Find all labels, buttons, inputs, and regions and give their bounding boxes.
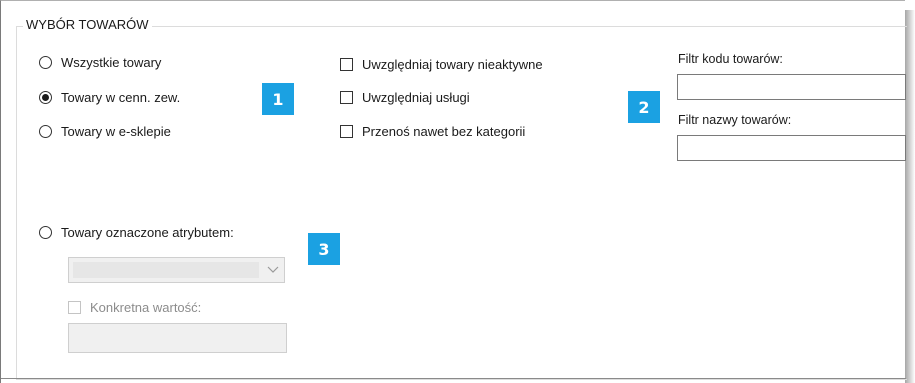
radio-circle[interactable]: [39, 55, 52, 69]
name-filter-input[interactable]: [677, 135, 906, 161]
checkbox-box[interactable]: [68, 300, 81, 314]
radio-circle[interactable]: [39, 124, 52, 138]
group-title: WYBÓR TOWARÓW: [23, 17, 152, 33]
radio-all-products[interactable]: Wszystkie towary: [39, 52, 161, 72]
radio-label: Wszystkie towary: [61, 54, 162, 70]
checkbox-label: Konkretna wartość:: [90, 299, 202, 315]
checkbox-include-inactive[interactable]: Uwzględniaj towary nieaktywne: [340, 54, 543, 74]
radio-label: Towary w cenn. zew.: [61, 89, 181, 105]
checkbox-move-without-category[interactable]: Przenoś nawet bez kategorii: [340, 121, 525, 141]
name-filter-label: Filtr nazwy towarów:: [678, 113, 792, 127]
checkbox-label: Uwzględniaj usługi: [362, 89, 470, 105]
radio-circle[interactable]: [39, 90, 52, 104]
radio-eshop-products[interactable]: Towary w e-sklepie: [39, 121, 171, 141]
checkbox-include-services[interactable]: Uwzględniaj usługi: [340, 87, 470, 107]
radio-label: Towary w e-sklepie: [61, 123, 171, 139]
radio-label: Towary oznaczone atrybutem:: [61, 224, 234, 240]
radio-attribute-products[interactable]: Towary oznaczone atrybutem:: [39, 222, 234, 242]
code-filter-input[interactable]: [677, 74, 906, 100]
specific-value-input[interactable]: [68, 323, 287, 353]
checkbox-box[interactable]: [340, 124, 353, 138]
checkbox-label: Przenoś nawet bez kategorii: [362, 123, 526, 139]
dialog-panel: WYBÓR TOWARÓW Wszystkie towary Towary w …: [0, 0, 907, 383]
callout-badge-3: 3: [308, 233, 340, 265]
callout-badge-1: 1: [262, 83, 294, 115]
attribute-select-value: [73, 262, 259, 278]
radio-external-pricelist[interactable]: Towary w cenn. zew.: [39, 87, 180, 107]
checkbox-specific-value[interactable]: Konkretna wartość:: [68, 297, 201, 317]
chevron-down-icon[interactable]: [266, 261, 280, 279]
checkbox-label: Uwzględniaj towary nieaktywne: [362, 56, 543, 72]
code-filter-label: Filtr kodu towarów:: [678, 52, 783, 66]
attribute-select[interactable]: [68, 257, 285, 283]
checkbox-box[interactable]: [340, 57, 353, 71]
radio-circle[interactable]: [39, 225, 52, 239]
checkbox-box[interactable]: [340, 90, 353, 104]
bottom-divider: [1, 378, 906, 379]
callout-badge-2: 2: [628, 91, 660, 123]
